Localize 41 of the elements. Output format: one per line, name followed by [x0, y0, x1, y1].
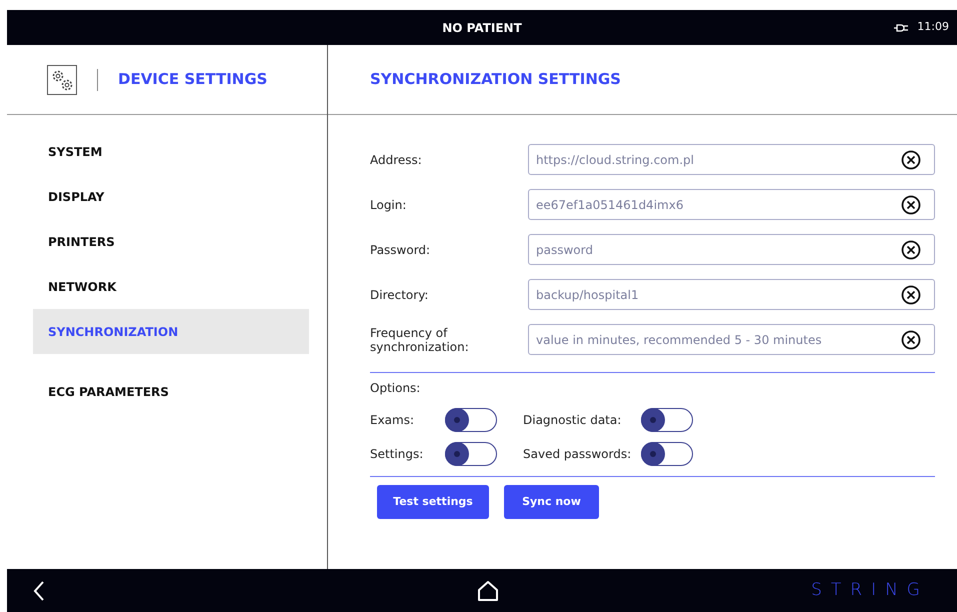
back-icon[interactable] [32, 580, 46, 602]
option-label: Exams: [370, 412, 416, 429]
text-field[interactable]: backup/hospital1 [528, 279, 935, 310]
toggle-switch[interactable] [445, 442, 497, 466]
toggle-switch[interactable] [445, 408, 497, 432]
field-label: Frequency of synchronization: [370, 326, 470, 354]
option-label: Saved passwords: [523, 446, 632, 463]
field-label: Directory: [370, 288, 430, 302]
brand-logo: STRING [811, 578, 929, 602]
gears-icon [47, 64, 77, 94]
menu-item[interactable]: ECG PARAMETERS [33, 369, 309, 414]
clear-icon[interactable] [901, 240, 921, 260]
option-label: Diagnostic data: [523, 412, 622, 429]
clear-icon[interactable] [901, 284, 921, 304]
clear-icon[interactable] [901, 194, 921, 214]
toggle-switch[interactable] [641, 442, 693, 466]
status-title: NO PATIENT [442, 20, 522, 36]
home-icon[interactable] [477, 580, 499, 602]
text-field[interactable]: ee67ef1a051461d4imx6 [528, 189, 935, 220]
text-field[interactable]: https://cloud.string.com.pl [528, 144, 935, 175]
clock-time: 11:09 [917, 19, 949, 36]
text-field[interactable]: password [528, 234, 935, 265]
action-button[interactable]: Test settings [377, 485, 489, 519]
options-label: Options: [370, 380, 422, 397]
panel-title: SYNCHRONIZATION SETTINGS [370, 69, 621, 90]
menu-item[interactable]: DISPLAY [33, 174, 309, 219]
menu-item[interactable]: SYSTEM [33, 129, 309, 174]
clear-icon[interactable] [901, 150, 921, 170]
field-label: Address: [370, 152, 423, 166]
toggle-switch[interactable] [641, 408, 693, 432]
field-label: Password: [370, 242, 432, 256]
menu-item[interactable]: SYNCHRONIZATION [33, 309, 309, 354]
option-label: Settings: [370, 446, 424, 463]
menu-item[interactable]: PRINTERS [33, 219, 309, 264]
plug-icon [893, 22, 910, 34]
sidebar-title: DEVICE SETTINGS [118, 69, 268, 90]
text-field[interactable]: value in minutes, recommended 5 - 30 minutes [528, 324, 935, 355]
clear-icon[interactable] [901, 330, 921, 350]
field-label: Login: [370, 198, 408, 212]
menu-item[interactable]: NETWORK [33, 264, 309, 309]
action-button[interactable]: Sync now [504, 485, 599, 519]
